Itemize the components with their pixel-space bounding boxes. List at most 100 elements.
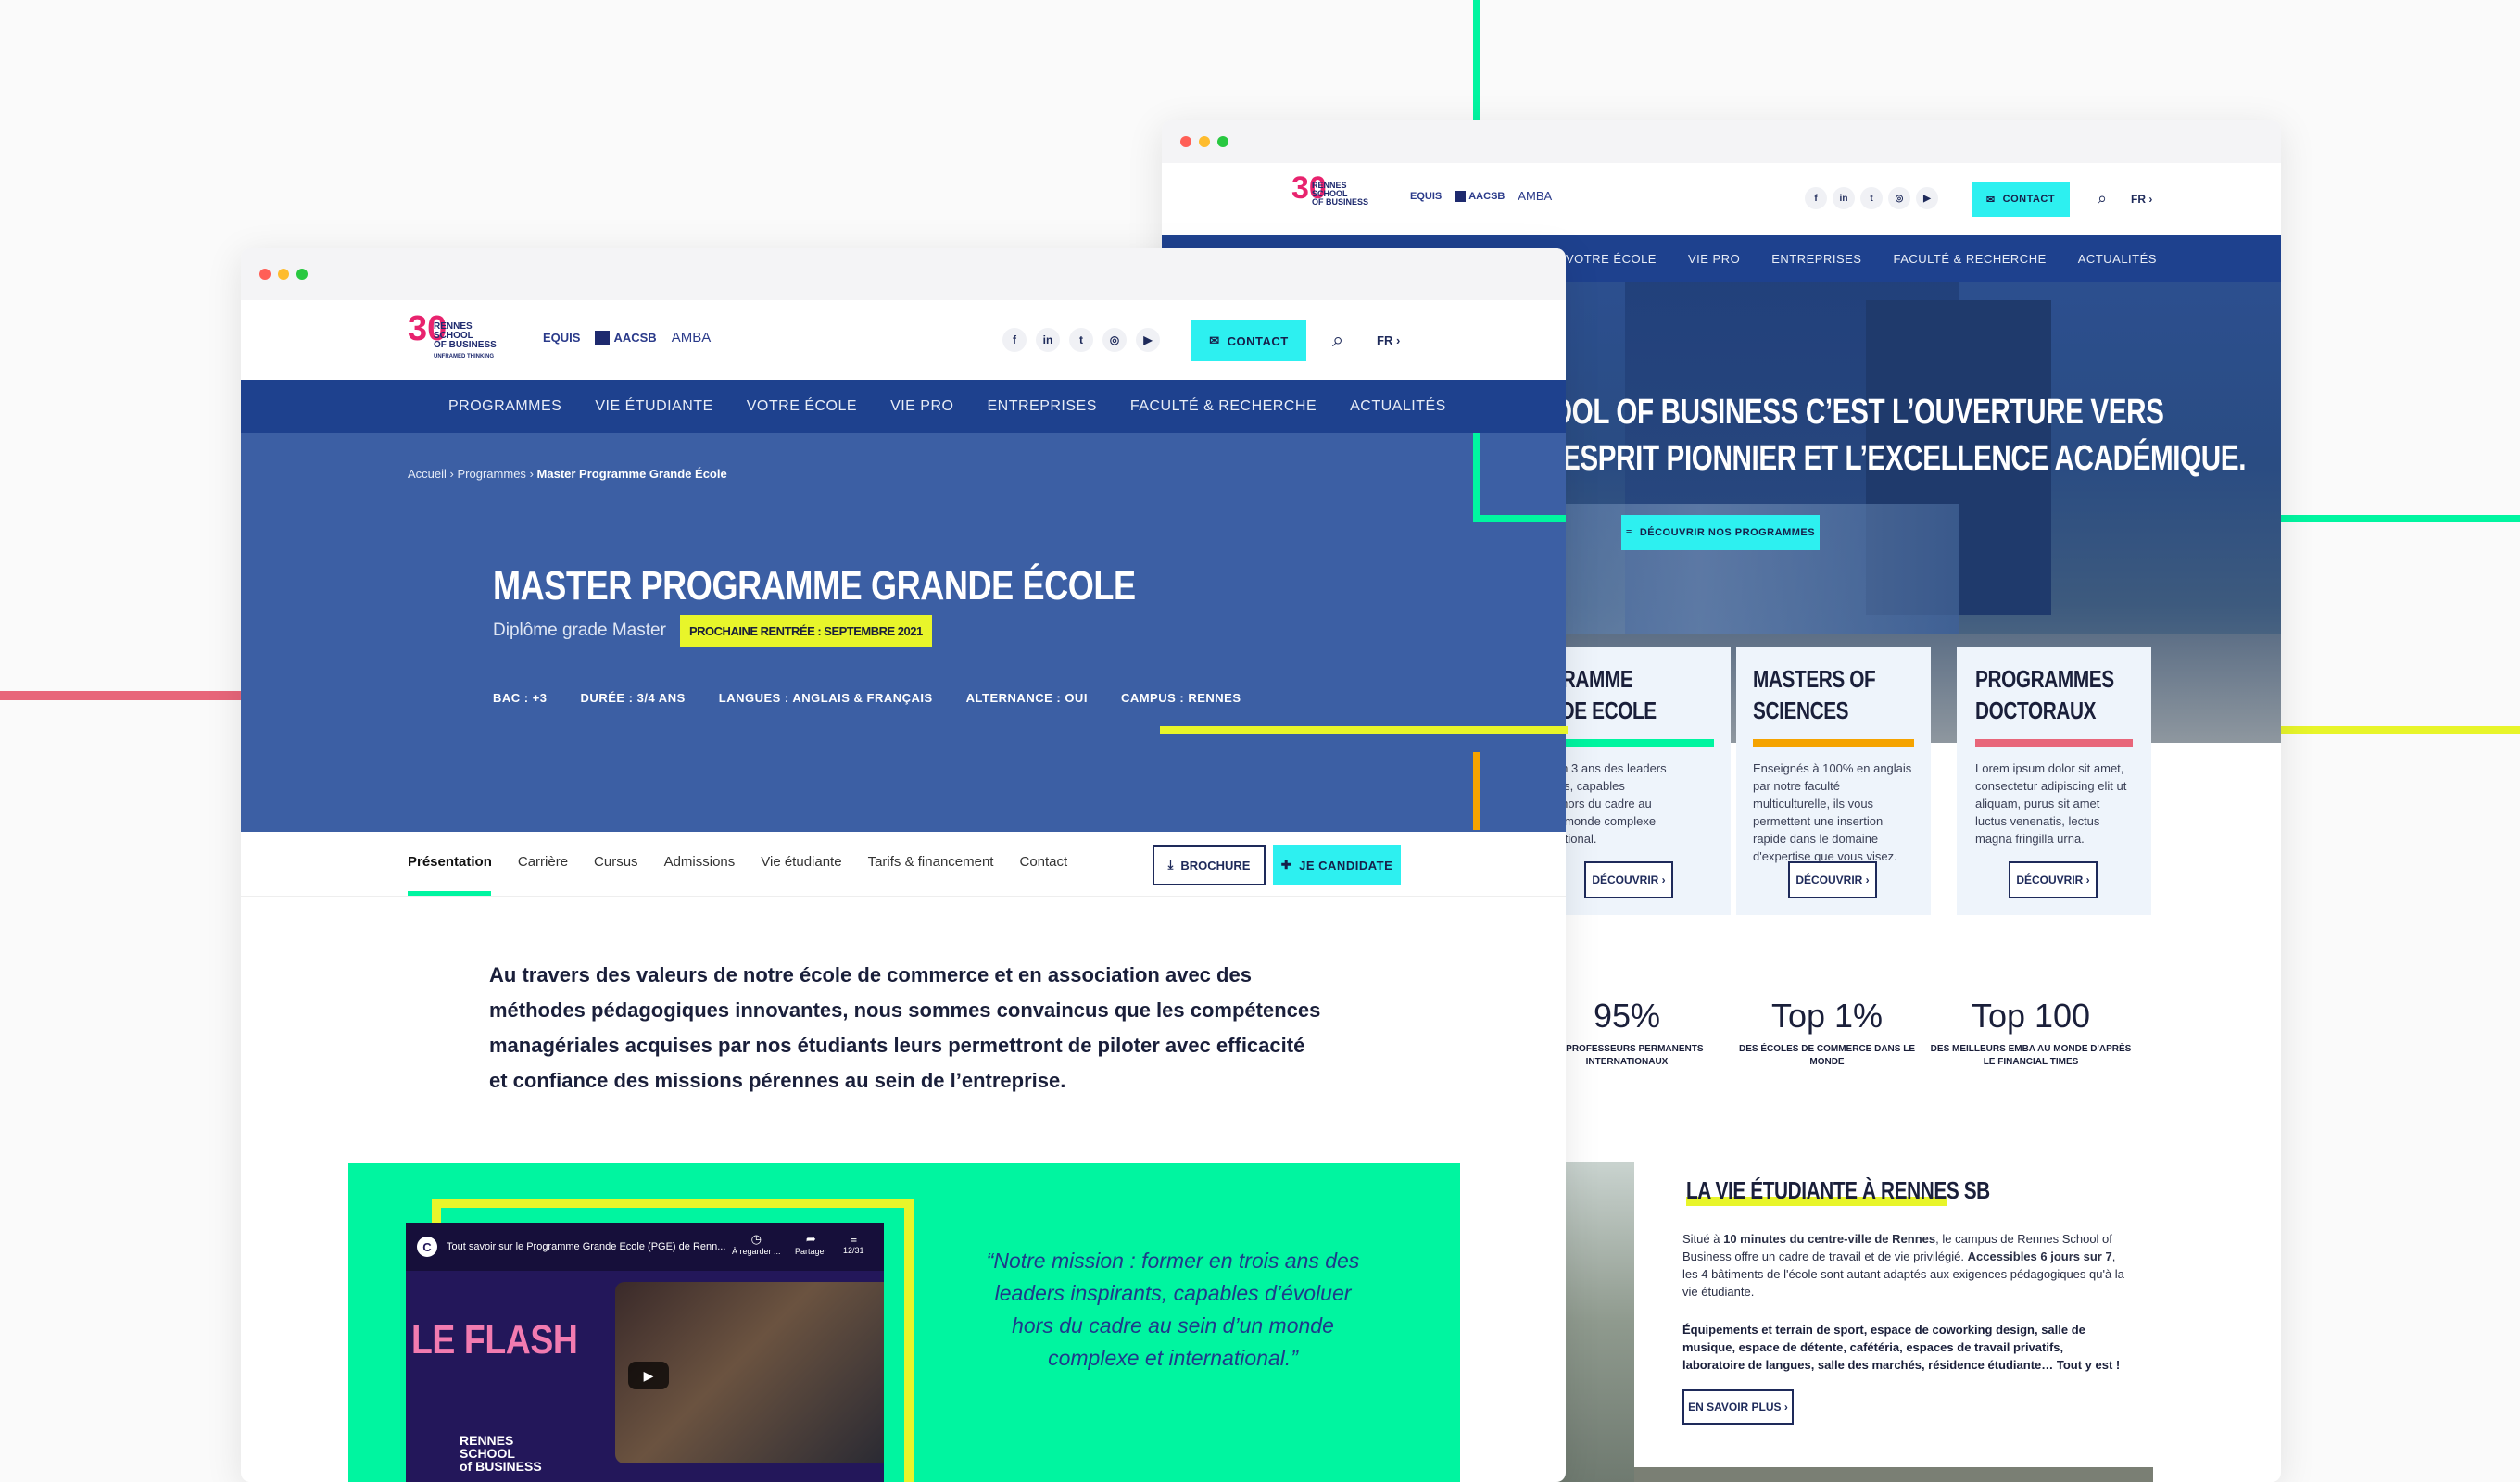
hero-cta-label: DÉCOUVRIR NOS PROGRAMMES (1639, 527, 1816, 538)
card-text: r en 3 ans des leaders ants, capables ur… (1547, 761, 1667, 846)
play-icon[interactable]: ▶ (628, 1362, 669, 1389)
tab-tarifs[interactable]: Tarifs & financement (868, 854, 994, 870)
student-life-facilities: Équipements et terrain de sport, espace … (1682, 1323, 2121, 1372)
card-title: MASTERS OF SCIENCES (1753, 665, 1876, 724)
brochure-label: BROCHURE (1180, 858, 1251, 873)
youtube-icon[interactable]: ▶ (1916, 187, 1938, 209)
card-title: GRAMME NDE ECOLE (1547, 665, 1657, 724)
brochure-button[interactable]: ⤓ BROCHURE (1153, 845, 1266, 885)
share-label: Partager (795, 1247, 827, 1256)
nav-item-votre-ecole[interactable]: VOTRE ÉCOLE (747, 398, 857, 415)
stat-item: Top 100 DES MEILLEURS EMBA AU MONDE D'AP… (1920, 997, 2142, 1069)
logo-line3: OF BUSINESS (1312, 197, 1369, 207)
video-share[interactable]: ➦ Partager (795, 1232, 827, 1256)
nav-item[interactable]: VIE PRO (1688, 252, 1740, 266)
minimize-dot[interactable] (1199, 136, 1210, 147)
nav-item[interactable]: ENTREPRISES (1771, 252, 1861, 266)
card-discover-button[interactable]: DÉCOUVRIR › (1788, 861, 1877, 898)
learn-more-button[interactable]: EN SAVOIR PLUS › (1682, 1389, 1794, 1425)
front-site-header: 30 RENNES SCHOOL OF BUSINESS UNFRAMED TH… (241, 300, 1566, 380)
stat-value: Top 1% (1770, 997, 1884, 1035)
decor-green-outline (1473, 433, 1566, 522)
youtube-icon[interactable]: ▶ (1136, 328, 1160, 352)
logo-tagline: UNFRAMED THINKING (434, 354, 494, 359)
video-watch-later[interactable]: ◷ À regarder ... (732, 1232, 781, 1256)
front-browser-window: 30 RENNES SCHOOL OF BUSINESS UNFRAMED TH… (241, 248, 1566, 1482)
hero-cta-button[interactable]: ≡ DÉCOUVRIR NOS PROGRAMMES (1621, 515, 1820, 550)
back-social-links: f in t ◎ ▶ (1805, 187, 1938, 209)
video-logo-line3: of BUSINESS (460, 1459, 542, 1474)
mail-icon: ✉ (1209, 333, 1220, 347)
meta-alternance: ALTERNANCE : OUI (965, 691, 1088, 705)
maximize-dot[interactable] (1217, 136, 1228, 147)
back-accreditations: EQUIS AACSB AMBA (1410, 189, 1552, 203)
breadcrumb-home[interactable]: Accueil (408, 467, 447, 481)
breadcrumb-sep: › (529, 467, 534, 481)
video-playlist[interactable]: ≡ 12/31 (843, 1232, 864, 1255)
back-lang-switch[interactable]: FR › (2131, 193, 2152, 206)
back-logo[interactable]: 30 RENNES SCHOOL OF BUSINESS (1292, 170, 1375, 226)
nav-item-faculte[interactable]: FACULTÉ & RECHERCHE (1130, 398, 1317, 415)
card-discover-button[interactable]: DÉCOUVRIR › (1584, 861, 1673, 898)
video-player[interactable]: C Tout savoir sur le Programme Grande Ec… (406, 1223, 884, 1482)
nav-item[interactable]: FACULTÉ & RECHERCHE (1893, 252, 2046, 266)
video-logo-line2: SCHOOL (460, 1446, 515, 1461)
video-logo-line1: RENNES (460, 1433, 514, 1448)
linkedin-icon[interactable]: in (1036, 328, 1060, 352)
back-search-icon[interactable]: ⌕ (2098, 189, 2107, 208)
twitter-icon[interactable]: t (1069, 328, 1093, 352)
program-meta: BAC : +3 DURÉE : 3/4 ANS LANGUES : ANGLA… (493, 691, 1241, 705)
tab-vie-etudiante[interactable]: Vie étudiante (761, 854, 841, 870)
close-dot[interactable] (1180, 136, 1191, 147)
nav-item[interactable]: VOTRE ÉCOLE (1566, 252, 1657, 266)
nav-item-vie-etudiante[interactable]: VIE ÉTUDIANTE (595, 398, 712, 415)
hero-headline-line1: OOL OF BUSINESS C’EST L’OUVERTURE VERS (1551, 393, 2164, 432)
back-contact-button[interactable]: ✉ CONTACT (1972, 182, 2070, 217)
list-icon: ≡ (1625, 527, 1632, 538)
maximize-dot[interactable] (296, 269, 308, 280)
active-tab-indicator (408, 891, 491, 896)
meta-duree: DURÉE : 3/4 ANS (580, 691, 686, 705)
rsb-video-logo: RENNES SCHOOL of BUSINESS (460, 1434, 542, 1473)
equis-logo: EQUIS (543, 331, 581, 345)
tab-contact[interactable]: Contact (1019, 854, 1067, 870)
breadcrumb-programmes[interactable]: Programmes (458, 467, 526, 481)
nav-item[interactable]: ACTUALITÉS (2078, 252, 2157, 266)
close-dot[interactable] (259, 269, 271, 280)
linkedin-icon[interactable]: in (1833, 187, 1855, 209)
tab-presentation[interactable]: Présentation (408, 854, 492, 870)
minimize-dot[interactable] (278, 269, 289, 280)
apply-button[interactable]: ✚ JE CANDIDATE (1273, 845, 1401, 885)
twitter-icon[interactable]: t (1860, 187, 1883, 209)
card-accent-bar (1753, 739, 1914, 747)
instagram-icon[interactable]: ◎ (1102, 328, 1127, 352)
amba-logo: AMBA (1518, 189, 1553, 203)
aacsb-logo: AACSB (595, 331, 657, 345)
nav-item-vie-pro[interactable]: VIE PRO (890, 398, 953, 415)
stat-label: DES MEILLEURS EMBA AU MONDE D'APRÈS LE F… (1930, 1044, 2132, 1067)
contact-label: CONTACT (1227, 333, 1289, 348)
tab-admissions[interactable]: Admissions (664, 854, 736, 870)
aacsb-logo: AACSB (1455, 190, 1505, 202)
tab-carriere[interactable]: Carrière (518, 854, 568, 870)
tab-cursus[interactable]: Cursus (594, 854, 638, 870)
front-search-icon[interactable]: ⌕ (1332, 328, 1343, 352)
facebook-icon[interactable]: f (1805, 187, 1827, 209)
front-social-links: f in t ◎ ▶ (1002, 328, 1160, 352)
instagram-icon[interactable]: ◎ (1888, 187, 1910, 209)
front-contact-button[interactable]: ✉ CONTACT (1191, 320, 1306, 361)
facebook-icon[interactable]: f (1002, 328, 1027, 352)
card-discover-button[interactable]: DÉCOUVRIR › (2009, 861, 2098, 898)
intro-paragraph: Au travers des valeurs de notre école de… (489, 963, 1321, 1092)
nav-item-actualites[interactable]: ACTUALITÉS (1350, 398, 1446, 415)
nav-item-programmes[interactable]: PROGRAMMES (448, 398, 561, 415)
nav-item-entreprises[interactable]: ENTREPRISES (987, 398, 1096, 415)
decor-green-line-right (2279, 515, 2520, 522)
front-lang-switch[interactable]: FR › (1377, 333, 1400, 347)
card-accent-bar (1975, 739, 2133, 747)
decor-orange-line (1473, 752, 1480, 830)
breadcrumb-sep: › (449, 467, 454, 481)
front-logo[interactable]: 30 RENNES SCHOOL OF BUSINESS UNFRAMED TH… (408, 309, 500, 370)
share-icon: ➦ (805, 1232, 816, 1246)
program-hero: Accueil › Programmes › Master Programme … (241, 433, 1566, 832)
